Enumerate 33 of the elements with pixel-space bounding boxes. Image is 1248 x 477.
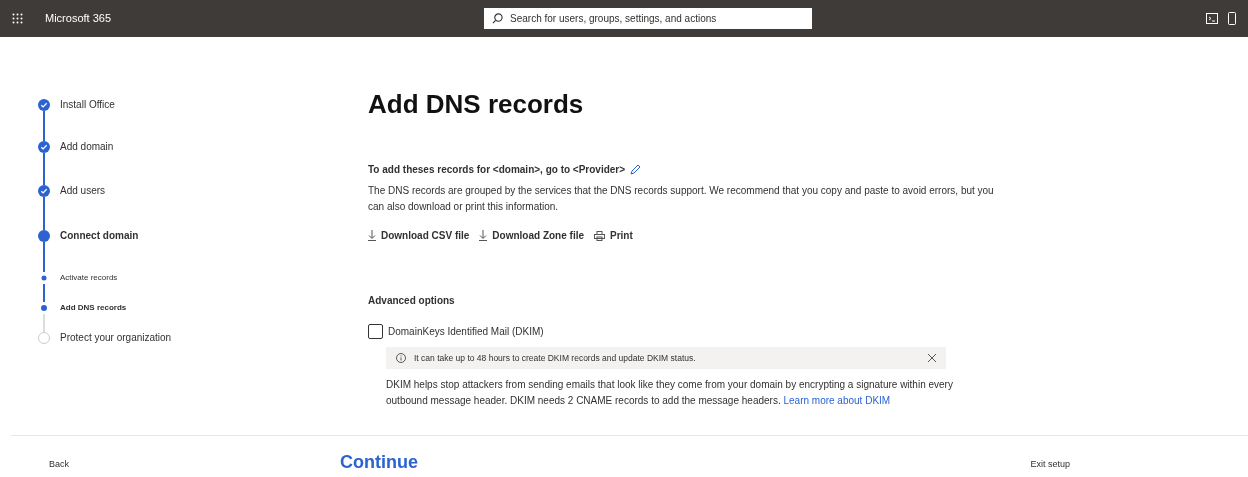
info-icon [396, 353, 406, 363]
terminal-icon[interactable] [1206, 13, 1218, 24]
step-label: Connect domain [60, 230, 139, 243]
dkim-checkbox[interactable] [368, 324, 383, 339]
notice-text: It can take up to 48 hours to create DKIM records and update DKIM status. [414, 351, 697, 365]
step-label: Add domain [60, 141, 114, 154]
download-icon [368, 230, 376, 241]
print-button[interactable]: Print [594, 228, 633, 243]
step-label: Add DNS records [60, 302, 127, 314]
close-icon[interactable] [928, 354, 936, 362]
dkim-info-text: DKIM helps stop attackers from sending emails that look like they come from your domain by encrypting a signature within every outbound message header. DKIM needs 2 CNAME records to add the message headers. Learn more about DKIM [386, 378, 954, 408]
download-icon [479, 230, 488, 241]
step-label: Protect your organization [60, 332, 172, 345]
description-text: The DNS records are grouped by the services that the DNS records support. We recommend that you copy and paste to avoid errors, but you can also download or print this information. [368, 184, 995, 214]
exit-setup-button[interactable]: Exit setup [1030, 457, 1070, 471]
phone-icon[interactable] [1228, 12, 1236, 25]
download-button[interactable]: Download CSV file [368, 228, 470, 243]
app-name[interactable]: Microsoft 365 [45, 10, 112, 27]
search-field[interactable]: Search for users, groups, settings, and actions [484, 8, 813, 29]
provider-instructions: To add theses records for <domain>, go to <Provider> [368, 163, 626, 177]
checkbox-label: DomainKeys Identified Mail (DKIM) [388, 325, 544, 339]
printer-icon [594, 230, 605, 241]
page-title: Add DNS records [368, 88, 585, 121]
section-heading: Advanced options [368, 294, 456, 308]
download-button[interactable]: Download Zone file [479, 228, 584, 243]
step-label: Add users [60, 185, 106, 198]
continue-button[interactable]: Continue [340, 453, 418, 471]
back-button[interactable]: Back [49, 457, 69, 471]
learn-more-link[interactable]: Learn more about DKIM [783, 394, 891, 406]
app-launcher-icon[interactable] [12, 13, 23, 24]
step-label: Install Office [60, 99, 115, 112]
step-label: Activate records [60, 272, 118, 284]
pencil-icon[interactable] [630, 164, 642, 175]
